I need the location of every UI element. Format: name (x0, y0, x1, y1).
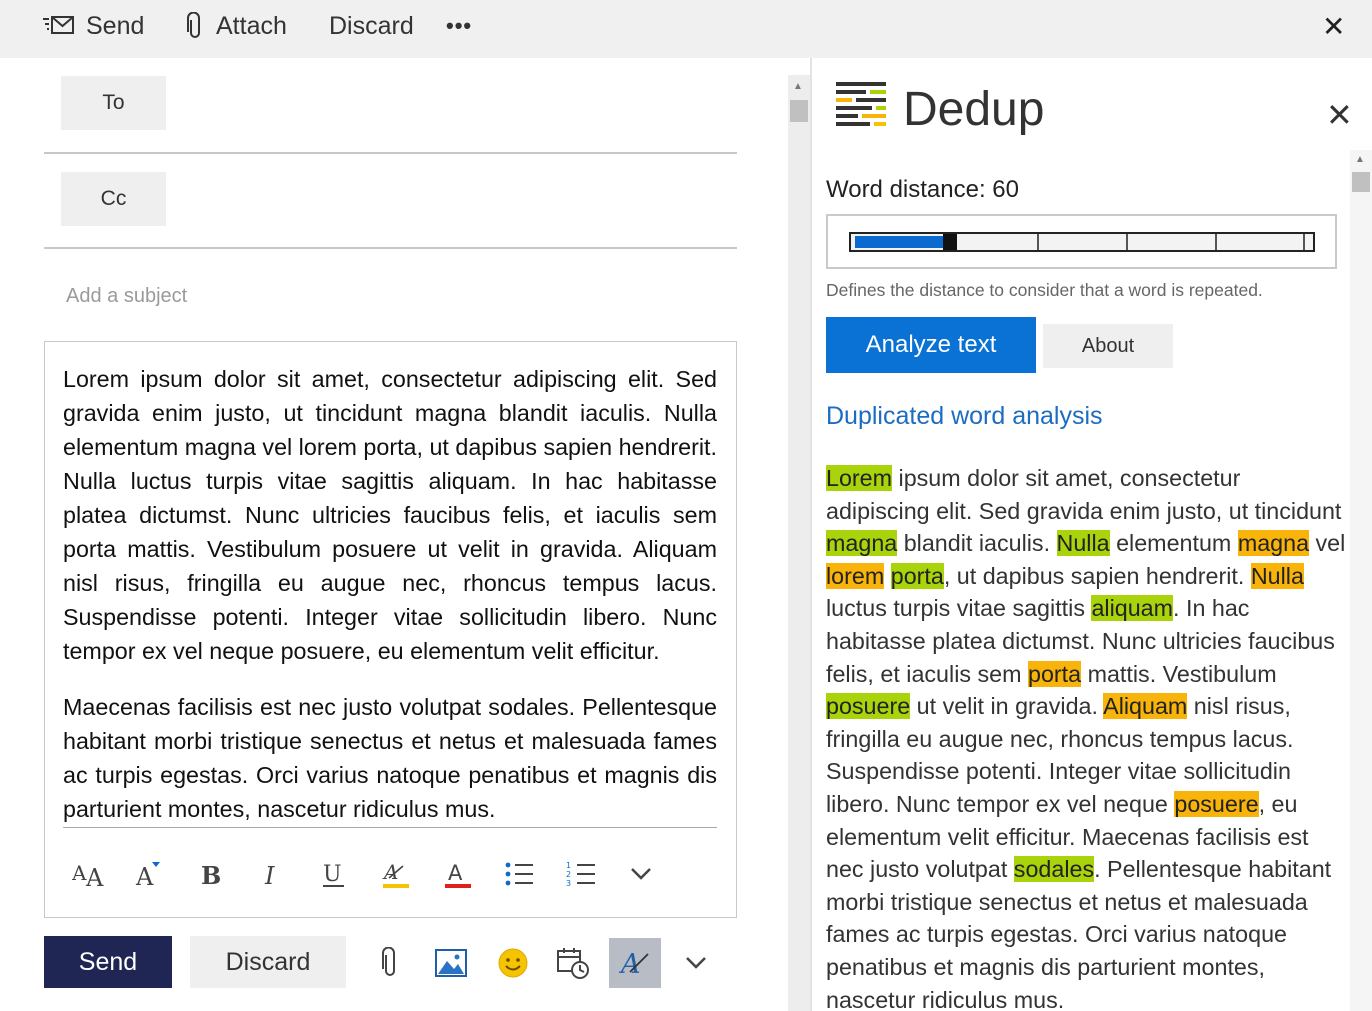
cc-button[interactable]: Cc (61, 172, 166, 226)
repeated-word: porta (1027, 660, 1082, 687)
highlighted-word: posuere (826, 693, 911, 720)
underline-icon[interactable]: U (314, 854, 354, 894)
slider-tick (1215, 234, 1217, 250)
font-size-icon[interactable]: AA (69, 854, 109, 894)
bold-icon[interactable]: B (191, 854, 231, 894)
repeated-word: lorem (826, 562, 885, 589)
toolbar-attach-label: Attach (216, 11, 287, 40)
toolbar-discard-button[interactable]: Discard (329, 0, 414, 52)
analysis-text: mattis. Vestibulum (1081, 660, 1277, 687)
send-mail-icon (43, 16, 74, 34)
chevron-down-icon[interactable] (671, 938, 721, 988)
attach-icon[interactable] (365, 938, 415, 988)
toolbar-send-label: Send (86, 11, 145, 40)
repeated-word: posuere (1174, 790, 1259, 817)
analysis-text: elementum (1109, 530, 1238, 557)
analysis-text: luctus turpis vitae sagittis (826, 595, 1092, 622)
svg-text:3: 3 (566, 879, 571, 888)
slider-thumb[interactable] (943, 234, 957, 250)
paperclip-icon (187, 12, 200, 38)
word-distance-slider[interactable] (826, 214, 1337, 269)
analysis-text (884, 563, 890, 589)
formatting-toolbar: AA A B I U A A 123 (63, 844, 717, 904)
svg-text:1: 1 (566, 861, 571, 870)
pane-scrollbar[interactable]: ▲ (1350, 150, 1372, 1011)
scroll-up-icon[interactable]: ▲ (793, 81, 803, 92)
close-icon[interactable]: ✕ (1322, 0, 1345, 52)
svg-text:A: A (72, 861, 87, 885)
highlighted-word: magna (826, 530, 898, 557)
dedup-addin-icon[interactable]: A (609, 938, 661, 988)
message-body[interactable]: Lorem ipsum dolor sit amet, consectetur … (63, 362, 717, 828)
compose-scrollbar[interactable]: ▲ (788, 75, 810, 1011)
italic-icon[interactable]: I (253, 854, 293, 894)
bullet-list-icon[interactable] (499, 854, 539, 894)
highlighted-word: aliquam (1091, 595, 1174, 622)
slider-fill (855, 236, 943, 248)
divider (63, 827, 717, 828)
svg-text:2: 2 (566, 870, 571, 879)
analysis-text: ipsum dolor sit amet, consectetur adipis… (826, 465, 1342, 524)
about-button[interactable]: About (1043, 324, 1173, 368)
repeated-word: magna (1237, 530, 1310, 557)
pane-divider (810, 58, 812, 1011)
schedule-icon[interactable] (548, 938, 598, 988)
body-paragraph: Lorem ipsum dolor sit amet, consectetur … (63, 366, 717, 664)
svg-text:A: A (85, 864, 104, 890)
analyze-text-button[interactable]: Analyze text (826, 317, 1036, 373)
analysis-text: ut velit in gravida. (910, 693, 1104, 720)
repeated-word: Aliquam (1103, 693, 1188, 720)
scrollbar-thumb[interactable] (1352, 172, 1370, 192)
analysis-text: vel (1309, 530, 1346, 557)
toolbar-attach-button[interactable]: Attach (186, 0, 287, 52)
highlighted-word: Nulla (1056, 530, 1110, 557)
insert-picture-icon[interactable] (426, 938, 476, 988)
body-paragraph: Maecenas facilisis est nec justo volutpa… (63, 694, 717, 822)
word-distance-label: Word distance: 60 (826, 176, 1019, 203)
highlighted-word: Lorem (826, 465, 893, 491)
duplicated-word-analysis: Lorem ipsum dolor sit amet, consectetur … (826, 462, 1346, 1011)
font-color-icon[interactable]: A (438, 854, 478, 894)
toolbar-send-button[interactable]: Send (42, 0, 144, 52)
command-bar: Send Attach Discard ••• ✕ (0, 0, 1372, 58)
svg-text:A: A (448, 861, 463, 885)
scroll-up-icon[interactable]: ▲ (1355, 154, 1365, 165)
subject-input[interactable]: Add a subject (66, 285, 187, 308)
dedup-logo-icon (836, 82, 886, 135)
toolbar-discard-label: Discard (329, 11, 414, 40)
analysis-text: blandit iaculis. (897, 530, 1057, 557)
send-button[interactable]: Send (44, 936, 172, 988)
divider (44, 152, 737, 154)
close-pane-icon[interactable]: ✕ (1326, 96, 1353, 134)
analysis-heading: Duplicated word analysis (826, 402, 1103, 430)
message-editor: Lorem ipsum dolor sit amet, consectetur … (44, 341, 737, 918)
svg-text:U: U (323, 862, 342, 887)
highlighted-word: sodales (1013, 856, 1095, 883)
svg-text:I: I (264, 862, 275, 890)
chevron-down-icon[interactable] (621, 854, 661, 894)
discard-button[interactable]: Discard (190, 936, 346, 988)
emoji-icon[interactable] (488, 938, 538, 988)
svg-text:B: B (201, 861, 221, 890)
dedup-title: Dedup (903, 83, 1045, 136)
more-options-icon[interactable]: ••• (446, 0, 472, 52)
slider-tick (1303, 234, 1305, 250)
divider (44, 247, 737, 249)
analysis-text: , ut dapibus sapien hendrerit. (943, 562, 1251, 589)
highlight-icon[interactable]: A (376, 854, 416, 894)
slider-tick (1037, 234, 1039, 250)
repeated-word: Nulla (1250, 562, 1304, 589)
numbered-list-icon[interactable]: 123 (561, 854, 601, 894)
scrollbar-thumb[interactable] (790, 100, 808, 122)
svg-text:A: A (135, 863, 154, 890)
highlighted-word: porta (890, 562, 944, 589)
slider-tick (1126, 234, 1128, 250)
word-distance-hint: Defines the distance to consider that a … (826, 280, 1263, 300)
grow-font-icon[interactable]: A (129, 854, 169, 894)
to-button[interactable]: To (61, 76, 166, 130)
slider-track[interactable] (849, 232, 1315, 252)
